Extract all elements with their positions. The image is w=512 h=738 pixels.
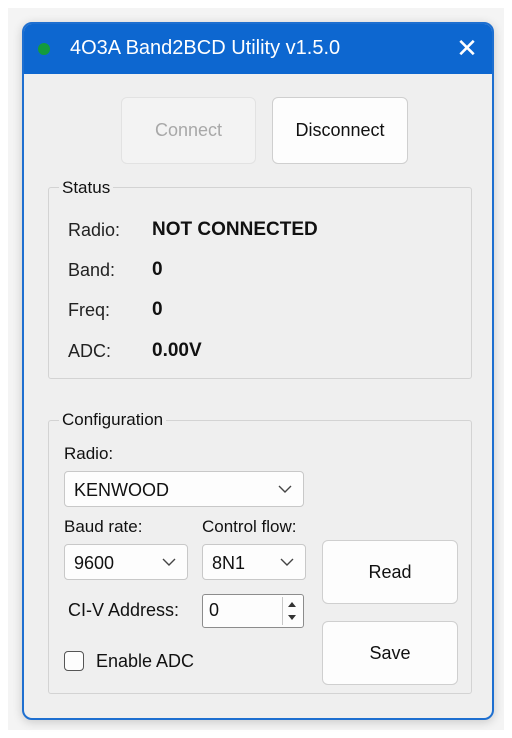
control-flow-value: 8N1 [212, 553, 246, 573]
connect-button-label: Connect [154, 120, 223, 140]
chevron-down-icon [162, 558, 176, 566]
band-label: Band: [68, 260, 116, 280]
civ-address-value: 0 [209, 600, 220, 620]
enable-adc-checkbox[interactable] [64, 651, 84, 671]
control-flow-select[interactable]: 8N1 [202, 544, 306, 580]
baud-rate-select[interactable]: 9600 [64, 544, 188, 580]
freq-value: 0 [152, 299, 163, 320]
radio-select-value: KENWOOD [74, 480, 170, 500]
status-dot-icon [38, 43, 50, 55]
stepper-arrows[interactable] [282, 597, 301, 625]
freq-label: Freq: [68, 300, 111, 320]
disconnect-button[interactable]: Disconnect [272, 97, 408, 164]
read-button[interactable]: Read [322, 540, 458, 604]
radio-select[interactable]: KENWOOD [64, 471, 304, 507]
baud-rate-value: 9600 [74, 553, 115, 573]
radio-select-label: Radio: [64, 444, 114, 463]
baud-rate-label: Baud rate: [64, 517, 143, 536]
civ-address-label: CI-V Address: [68, 600, 180, 620]
adc-value: 0.00V [152, 340, 202, 361]
save-button[interactable]: Save [322, 621, 458, 685]
close-icon: ✕ [456, 33, 478, 63]
radio-status-label: Radio: [68, 220, 121, 240]
enable-adc-label[interactable]: Enable ADC [96, 651, 194, 672]
adc-label: ADC: [68, 341, 112, 361]
connect-button[interactable]: Connect [121, 97, 256, 164]
chevron-down-icon [280, 558, 294, 566]
control-flow-label: Control flow: [202, 517, 297, 536]
stepper-up-icon[interactable] [283, 598, 301, 610]
save-button-label: Save [369, 643, 411, 663]
radio-status-value: NOT CONNECTED [152, 219, 318, 240]
configuration-legend: Configuration [59, 410, 167, 430]
app-window: 4O3A Band2BCD Utility v1.5.0 ✕ Connect D… [22, 22, 494, 720]
window-title: 4O3A Band2BCD Utility v1.5.0 [70, 37, 341, 59]
stepper-down-icon[interactable] [283, 612, 301, 624]
band-value: 0 [152, 259, 163, 280]
read-button-label: Read [368, 562, 412, 582]
civ-address-stepper[interactable]: 0 [202, 594, 304, 628]
title-bar[interactable]: 4O3A Band2BCD Utility v1.5.0 ✕ [24, 24, 492, 74]
status-legend: Status [59, 178, 114, 198]
status-group [48, 187, 472, 379]
disconnect-button-label: Disconnect [295, 120, 385, 140]
close-button[interactable]: ✕ [454, 35, 480, 61]
chevron-down-icon [278, 485, 292, 493]
